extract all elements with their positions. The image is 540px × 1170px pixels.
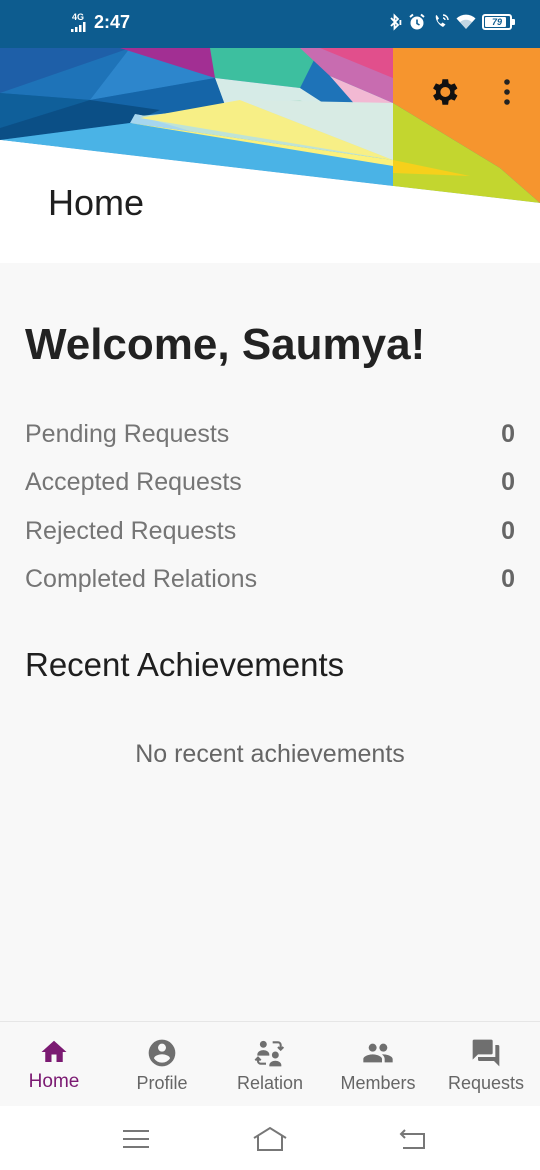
stat-row-completed: Completed Relations 0 (25, 556, 517, 605)
network-type: 4G (72, 12, 85, 22)
status-left: 4G 2:47 (71, 12, 131, 33)
people-swap-icon (254, 1040, 285, 1067)
system-navigation-bar (0, 1106, 540, 1170)
nav-label: Profile (136, 1073, 188, 1093)
group-icon (363, 1043, 393, 1063)
menu-icon (123, 1130, 149, 1148)
welcome-heading: Welcome, Saumya! (25, 320, 426, 369)
bottom-navigation: Home Profile Relation Members Requests (0, 1021, 540, 1106)
stat-label: Pending Requests (25, 419, 230, 448)
wifi-icon (456, 14, 476, 29)
alarm-icon (409, 13, 425, 30)
recent-apps-button[interactable] (116, 1124, 156, 1154)
nav-item-requests[interactable]: Requests (432, 1022, 540, 1106)
stat-value: 0 (501, 516, 515, 545)
app-header: Home (0, 48, 540, 263)
nav-label: Members (340, 1073, 416, 1093)
nav-label: Requests (447, 1073, 525, 1093)
home-icon (41, 1040, 67, 1062)
account-circle-icon (148, 1039, 176, 1067)
more-vert-icon (504, 79, 510, 105)
stat-label: Accepted Requests (25, 468, 242, 497)
nav-item-profile[interactable]: Profile (108, 1022, 216, 1106)
gear-icon (433, 79, 458, 105)
nav-label: Home (28, 1071, 80, 1092)
page-title: Home (48, 182, 145, 223)
nav-item-home[interactable]: Home (0, 1022, 108, 1106)
status-right: 79 (388, 13, 515, 31)
bluetooth-icon (390, 13, 402, 31)
battery-level: 79 (491, 17, 502, 27)
house-outline-icon (253, 1126, 287, 1151)
nav-item-members[interactable]: Members (324, 1022, 432, 1106)
stat-label: Rejected Requests (25, 516, 237, 545)
signal-icon (71, 22, 86, 32)
nav-label: Relation (236, 1073, 304, 1093)
stat-row-rejected: Rejected Requests 0 (25, 507, 517, 556)
battery-icon: 79 (482, 14, 515, 30)
stat-value: 0 (501, 565, 515, 594)
achievements-empty-message: No recent achievements (135, 740, 405, 768)
wifi-call-icon (435, 14, 449, 27)
back-icon (399, 1129, 425, 1149)
back-system-button[interactable] (392, 1124, 432, 1154)
stat-label: Completed Relations (25, 565, 258, 594)
request-stats: Pending Requests 0 Accepted Requests 0 R… (25, 410, 517, 604)
more-options-button[interactable] (492, 72, 522, 112)
home-system-button[interactable] (250, 1124, 290, 1154)
stat-value: 0 (501, 468, 515, 497)
stat-row-pending: Pending Requests 0 (25, 410, 517, 459)
nav-item-relation[interactable]: Relation (216, 1022, 324, 1106)
stat-value: 0 (501, 419, 515, 448)
battery-tip (512, 19, 515, 25)
achievements-title: Recent Achievements (25, 646, 345, 683)
status-time: 2:47 (94, 12, 131, 32)
home-content: Welcome, Saumya! Pending Requests 0 Acce… (0, 263, 540, 1021)
forum-icon (472, 1039, 500, 1067)
settings-button[interactable] (424, 72, 464, 112)
status-bar: 4G 2:47 79 (0, 0, 540, 48)
stat-row-accepted: Accepted Requests 0 (25, 459, 517, 508)
